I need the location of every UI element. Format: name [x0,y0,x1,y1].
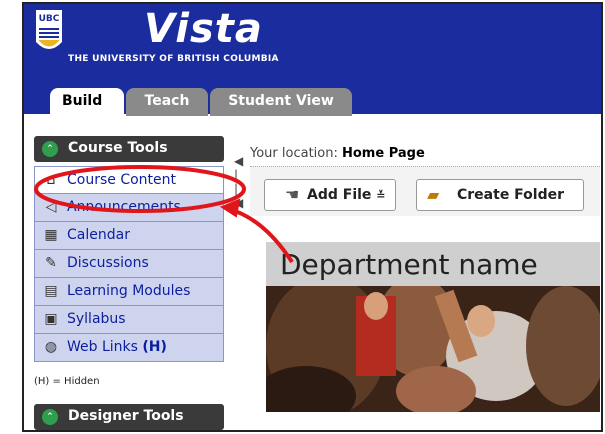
university-name: THE UNIVERSITY OF BRITISH COLUMBIA [68,54,279,64]
calendar-icon: ▦ [44,227,58,243]
sidebar-collapse-handle[interactable]: ◀ | | ◀ [234,154,244,214]
create-folder-label: Create Folder [457,187,565,203]
course-tools-header[interactable]: ⌃ Course Tools [34,136,224,162]
create-folder-button[interactable]: ▰ Create Folder [416,179,584,211]
sidebar-item-discussions[interactable]: ✎ Discussions [34,250,224,278]
tab-bar: Build Teach Student View [24,88,601,118]
banner-title: Department name [266,242,600,286]
sidebar-item-label: Discussions [67,255,149,271]
sidebar-item-label: Calendar [67,227,130,243]
breadcrumb-prefix: Your location: [250,146,338,161]
sidebar-item-label: Syllabus [67,311,126,327]
course-tools-label: Course Tools [68,140,168,156]
sidebar-item-web-links[interactable]: ◍ Web Links (H) [34,334,224,362]
sidebar: ⌃ Course Tools ⌂ Course Content ◁ Announ… [34,136,228,430]
pin-icon: ✎ [45,255,57,271]
add-file-button[interactable]: ☚ Add File ≚ [264,179,396,211]
main-content: Your location: Home Page ☚ Add File ≚ ▰ … [250,136,600,430]
sidebar-item-label: Course Content [67,172,177,188]
designer-tools-header[interactable]: ⌃ Designer Tools [34,404,224,430]
app-title: Vista [144,6,263,52]
course-tools-list: ⌂ Course Content ◁ Announcements ▦ Calen… [34,166,224,362]
syllabus-icon: ▣ [44,311,58,327]
hidden-marker: (H) [142,339,167,355]
svg-text:UBC: UBC [39,14,60,24]
collapse-circle-icon[interactable]: ⌃ [42,141,58,157]
sidebar-item-label: Learning Modules [67,283,191,299]
ubc-crest-logo: UBC [36,10,62,49]
app-header: UBC Vista THE UNIVERSITY OF BRITISH COLU… [24,4,601,118]
sidebar-item-learning-modules[interactable]: ▤ Learning Modules [34,278,224,306]
designer-tools-label: Designer Tools [68,408,184,424]
theatre-photo [266,286,600,412]
sidebar-item-syllabus[interactable]: ▣ Syllabus [34,306,224,334]
megaphone-icon: ◁ [45,199,57,215]
tab-student-view[interactable]: Student View [210,88,352,116]
breadcrumb-current[interactable]: Home Page [342,146,425,161]
document-icon: ▤ [44,283,58,299]
tab-teach[interactable]: Teach [126,88,208,116]
collapse-circle-icon[interactable]: ⌃ [42,409,58,425]
globe-icon: ◍ [44,339,58,355]
dropdown-icon[interactable]: ≚ [376,189,385,202]
sidebar-item-announcements[interactable]: ◁ Announcements [34,194,224,222]
hand-cursor-icon: ☚ [285,185,300,204]
home-icon: ⌂ [46,172,56,188]
folder-icon: ▰ [427,185,440,204]
hidden-legend: (H) = Hidden [34,376,100,387]
sidebar-item-label: Web Links [67,339,138,355]
department-banner: Department name [266,242,600,412]
tab-build[interactable]: Build [50,88,124,118]
breadcrumb: Your location: Home Page [250,146,425,161]
sidebar-item-calendar[interactable]: ▦ Calendar [34,222,224,250]
toolbar: ☚ Add File ≚ ▰ Create Folder [250,166,600,216]
add-file-label: Add File [307,187,372,203]
sidebar-item-course-content[interactable]: ⌂ Course Content [34,166,224,194]
screenshot-frame: UBC Vista THE UNIVERSITY OF BRITISH COLU… [22,2,603,432]
sidebar-item-label: Announcements [67,199,181,215]
